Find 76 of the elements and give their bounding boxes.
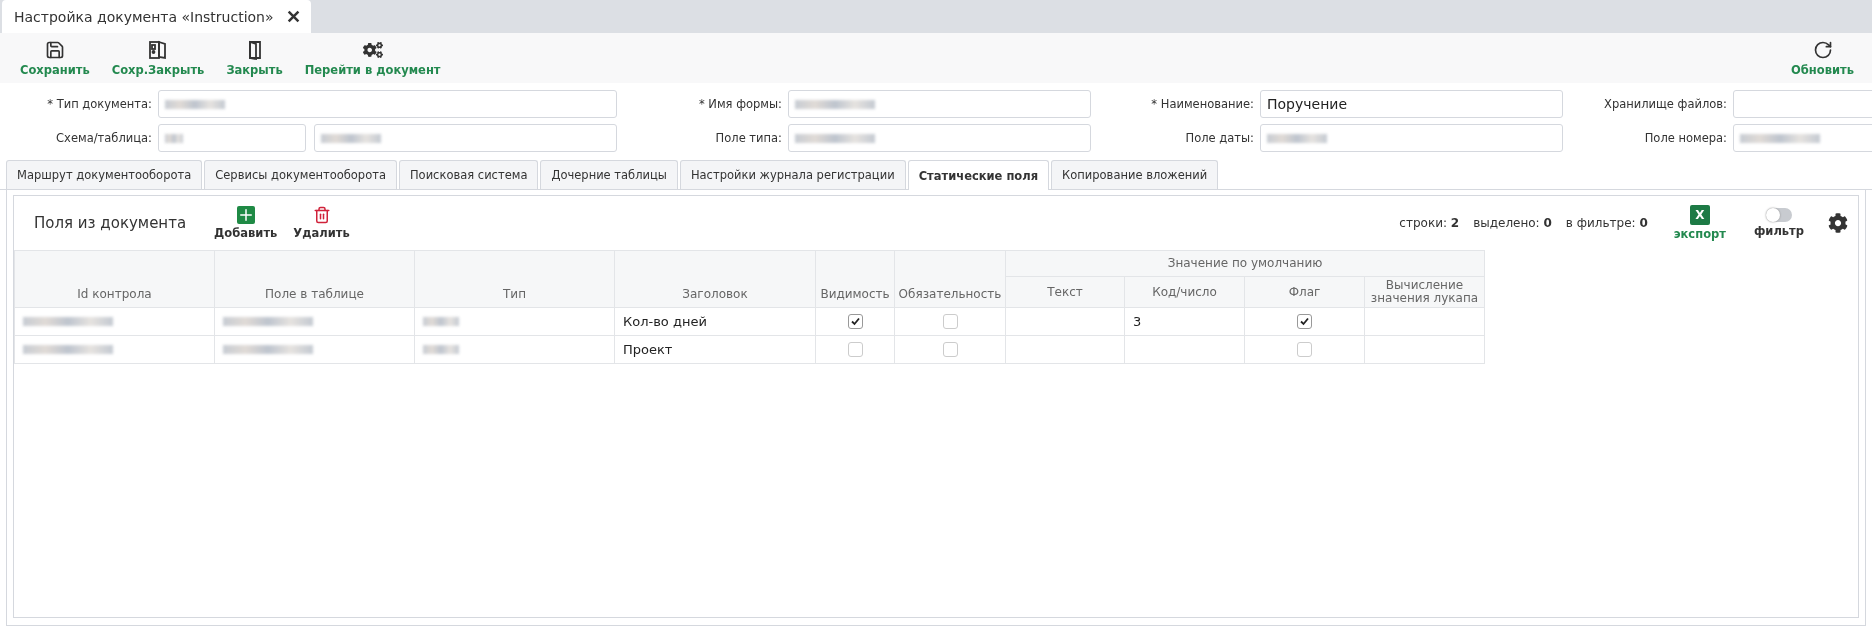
filter-toggle[interactable]: фильтр <box>1745 208 1812 238</box>
input-field[interactable] <box>1733 124 1872 152</box>
save-close-button[interactable]: Сохр.Закрыть <box>107 39 209 77</box>
tab[interactable]: Статические поля <box>907 160 1050 190</box>
column-header: Вычисление значения лукапа <box>1364 276 1485 308</box>
gears-icon <box>362 39 383 60</box>
checkmark-icon <box>849 316 861 327</box>
add-button[interactable]: Добавить <box>206 206 286 240</box>
trash-icon <box>312 206 331 224</box>
checkbox[interactable] <box>1297 314 1312 329</box>
blurred-value <box>165 133 183 143</box>
input-field[interactable] <box>314 124 617 152</box>
tab[interactable]: Дочерние таблицы <box>540 160 678 189</box>
blurred-value <box>1267 133 1327 143</box>
column-header: Флаг <box>1244 276 1365 308</box>
table-cell: Проект <box>614 335 816 364</box>
input-field[interactable] <box>158 90 617 118</box>
column-header: Заголовок <box>614 250 816 308</box>
plus-icon <box>236 206 255 224</box>
field-label: Поле номера: <box>1643 131 1727 145</box>
column-header: Поле в таблице <box>214 250 415 308</box>
blurred-value <box>321 133 381 143</box>
input-field[interactable] <box>158 124 306 152</box>
column-header: Обязательность <box>894 250 1006 308</box>
export-button[interactable]: X экспорт <box>1665 205 1734 241</box>
field-label: Поле типа: <box>714 131 782 145</box>
tab[interactable]: Настройки журнала регистрации <box>679 160 906 189</box>
checkmark-icon <box>1299 316 1310 327</box>
close-tab-button[interactable]: ✕ <box>285 5 301 28</box>
field-label: * Наименование: <box>1150 97 1254 111</box>
count-text: строки: 2 <box>1399 216 1460 230</box>
refresh-icon <box>1812 39 1833 60</box>
field-label: Поле даты: <box>1184 131 1254 145</box>
tab[interactable]: Поисковая система <box>398 160 539 189</box>
go-to-document-button[interactable]: Перейти в документ <box>300 39 445 77</box>
blurred-value <box>423 345 459 354</box>
tab-title: Настройка документа «Instruction» <box>14 8 274 25</box>
column-header: Текст <box>1005 276 1125 308</box>
column-header: Видимость <box>815 250 895 308</box>
input-field[interactable] <box>1260 124 1563 152</box>
column-header: Тип <box>414 250 615 308</box>
checkbox[interactable] <box>1297 342 1312 357</box>
settings-icon[interactable] <box>1828 213 1848 233</box>
input-field[interactable]: Поручение <box>1260 90 1563 118</box>
count-text: выделено: 0 <box>1473 216 1552 230</box>
spreadsheet-icon: X <box>1689 205 1710 225</box>
input-field[interactable] <box>788 124 1091 152</box>
field-label: Хранилище файлов: <box>1603 97 1727 111</box>
blurred-value <box>423 317 459 326</box>
input-field[interactable] <box>788 90 1091 118</box>
blurred-value <box>165 99 225 109</box>
checkbox[interactable] <box>942 342 958 357</box>
checkbox[interactable] <box>847 342 863 357</box>
checkbox[interactable] <box>847 314 863 329</box>
input-field[interactable] <box>1733 90 1872 118</box>
count-text: в фильтре: 0 <box>1565 216 1648 230</box>
field-label: Схема/таблица: <box>55 131 152 145</box>
field-label: * Тип документа: <box>46 97 152 111</box>
document-tab[interactable]: Настройка документа «Instruction» ✕ <box>2 0 311 33</box>
checkbox[interactable] <box>942 314 958 329</box>
save-icon <box>44 39 65 60</box>
tab[interactable]: Сервисы документооборота <box>204 160 397 189</box>
tab[interactable]: Копирование вложений <box>1051 160 1219 189</box>
column-header: Id контрола <box>14 250 215 308</box>
table-cell: 3 <box>1124 307 1245 336</box>
close-button[interactable]: Закрыть <box>222 39 287 77</box>
tab[interactable]: Маршрут документооборота <box>6 160 203 189</box>
table-cell: Кол-во дней <box>614 307 816 336</box>
panel-title: Поля из документа <box>34 214 187 232</box>
door-book-icon <box>148 39 169 60</box>
column-header: Код/число <box>1124 276 1245 308</box>
field-label: * Имя формы: <box>697 97 782 111</box>
delete-button[interactable]: Удалить <box>285 206 358 240</box>
save-button[interactable]: Сохранить <box>16 39 94 77</box>
refresh-button[interactable]: Обновить <box>1787 39 1858 77</box>
column-group-header: Значение по умолчанию <box>1005 250 1485 277</box>
